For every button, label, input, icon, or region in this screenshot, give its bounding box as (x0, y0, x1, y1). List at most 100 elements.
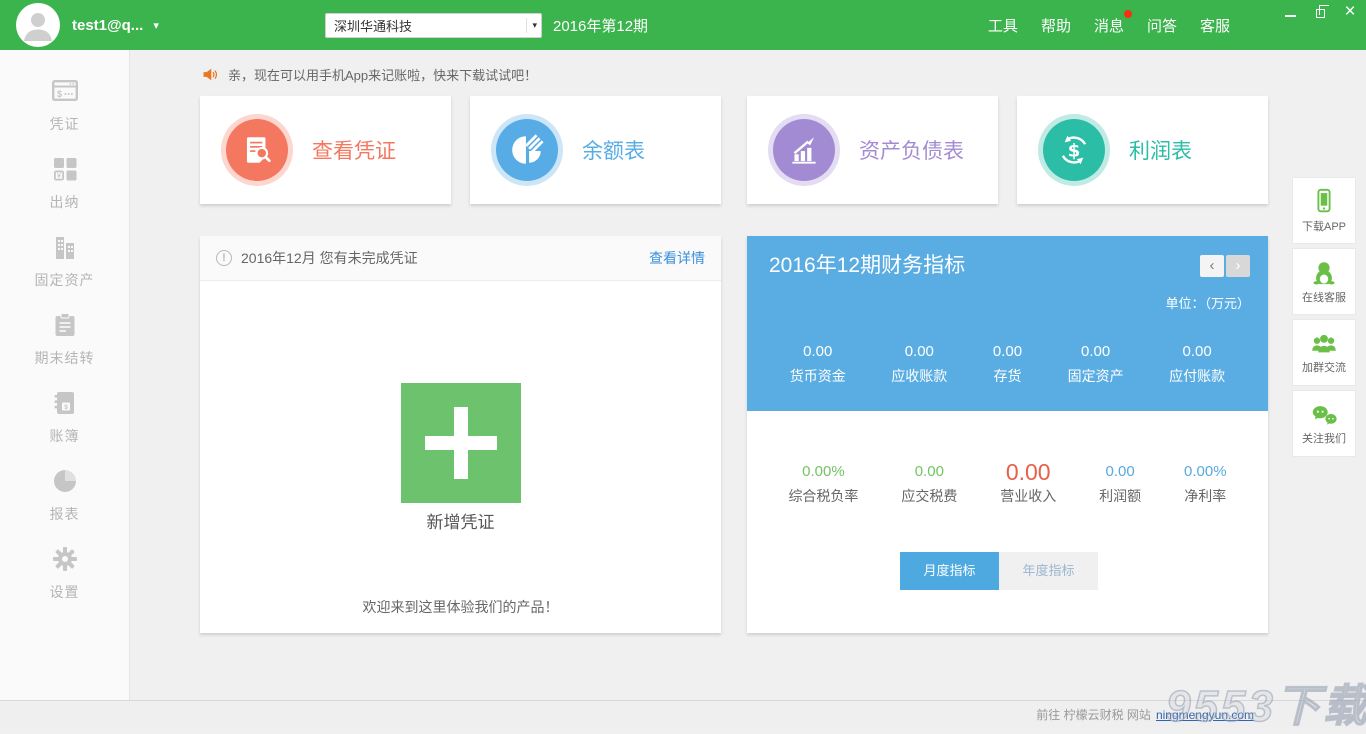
metric-tax-burden-rate: 0.00% 综合税负率 (788, 460, 858, 506)
sidebar-item-ledger[interactable]: $ 账簿 (0, 378, 129, 456)
restore-button[interactable] (1312, 4, 1328, 20)
metric-receivables: 0.00 应收账款 (891, 340, 947, 386)
add-voucher-label: 新增凭证 (200, 508, 721, 533)
reports-icon (50, 466, 80, 496)
metric-label: 货币资金 (790, 366, 846, 386)
restore-icon (1316, 9, 1325, 18)
svg-text:¥: ¥ (55, 171, 61, 180)
metric-cash: 0.00 货币资金 (790, 340, 846, 386)
fixed-assets-icon (50, 232, 80, 262)
ledger-icon: $ (50, 388, 80, 418)
menu-help[interactable]: 帮助 (1041, 15, 1071, 36)
metric-label: 净利率 (1184, 486, 1227, 506)
prev-period-button[interactable]: ‹ (1200, 255, 1224, 277)
metric-label: 应交税费 (901, 486, 957, 506)
company-selected-label: 深圳华通科技 (334, 16, 526, 35)
dock-follow-us[interactable]: 关注我们 (1292, 390, 1356, 457)
menu-support[interactable]: 客服 (1200, 15, 1230, 36)
voucher-panel: ! 2016年12月 您有未完成凭证 查看详情 新增凭证 欢迎来到这里体验我们的… (200, 236, 721, 633)
period-label: 2016年第12期 (553, 0, 648, 50)
settings-icon (50, 544, 80, 574)
balance-sheet-icon (496, 119, 558, 181)
card-label: 利润表 (1129, 135, 1192, 165)
sidebar-item-cashier[interactable]: ¥ 出纳 (0, 144, 129, 222)
sidebar-item-label: 固定资产 (35, 270, 95, 290)
minimize-button[interactable] (1282, 4, 1298, 20)
left-sidebar: $ 凭证 ¥ 出纳 (0, 50, 130, 700)
card-label: 查看凭证 (312, 135, 396, 165)
avatar[interactable] (16, 3, 60, 47)
sidebar-item-period-closing[interactable]: 期末结转 (0, 300, 129, 378)
metric-fixed-assets: 0.00 固定资产 (1068, 340, 1124, 386)
chevron-down-icon: ▾ (153, 19, 159, 32)
card-label: 资产负债表 (859, 135, 964, 165)
metric-value: 0.00% (1184, 460, 1227, 484)
footer: 前往 柠檬云财税 网站 ningmengyun.com (0, 700, 1366, 728)
notification-dot (1124, 10, 1132, 18)
view-voucher-icon (226, 119, 288, 181)
sidebar-item-label: 期末结转 (35, 348, 95, 368)
view-detail-link[interactable]: 查看详情 (649, 248, 705, 268)
dock-join-group[interactable]: 加群交流 (1292, 319, 1356, 386)
company-select[interactable]: 深圳华通科技 ▾ (325, 13, 542, 38)
wechat-follow-icon (1310, 402, 1338, 427)
card-label: 余额表 (582, 135, 645, 165)
username-label: test1@q... (72, 17, 143, 34)
metric-label: 利润额 (1099, 486, 1141, 506)
notice-bar: 亲，现在可以用手机App来记账啦，快来下载试试吧！ (202, 59, 537, 89)
svg-text:$: $ (64, 404, 68, 411)
info-icon: ! (216, 250, 232, 266)
close-button[interactable]: × (1342, 4, 1358, 20)
indicators-pager: ‹ › (1200, 255, 1250, 277)
footer-text: 前往 柠檬云财税 网站 (1036, 706, 1151, 723)
sidebar-item-label: 设置 (50, 582, 80, 602)
dock-item-label: 在线客服 (1302, 289, 1346, 305)
dock-item-label: 加群交流 (1302, 359, 1346, 375)
metric-value: 0.00 (993, 340, 1022, 364)
profit-metrics-row: 0.00% 综合税负率 0.00 应交税费 0.00 营业收入 0.00 利润额… (767, 460, 1248, 506)
menu-qa[interactable]: 问答 (1147, 15, 1177, 36)
metric-label: 营业收入 (1000, 486, 1056, 506)
card-view-voucher[interactable]: 查看凭证 (200, 96, 451, 204)
menu-messages[interactable]: 消息 (1094, 15, 1124, 36)
metric-label: 固定资产 (1068, 366, 1124, 386)
assets-liabilities-icon (773, 119, 835, 181)
menu-messages-label: 消息 (1094, 18, 1124, 35)
unit-label: 单位：（万元） (1165, 293, 1250, 312)
card-assets-liabilities[interactable]: 资产负债表 (747, 96, 998, 204)
metric-value: 0.00 (1068, 340, 1124, 364)
sidebar-item-voucher[interactable]: $ 凭证 (0, 66, 129, 144)
card-balance-sheet[interactable]: 余额表 (470, 96, 721, 204)
sidebar-item-reports[interactable]: 报表 (0, 456, 129, 534)
tab-monthly-indicators[interactable]: 月度指标 (900, 552, 999, 590)
period-closing-icon (50, 310, 80, 340)
menu-tools[interactable]: 工具 (988, 15, 1018, 36)
tab-yearly-indicators[interactable]: 年度指标 (999, 552, 1098, 590)
dock-online-service[interactable]: 在线客服 (1292, 248, 1356, 315)
metric-label: 存货 (993, 366, 1022, 386)
add-voucher-button[interactable] (401, 383, 521, 503)
cashier-icon: ¥ (50, 154, 80, 184)
sidebar-item-settings[interactable]: 设置 (0, 534, 129, 612)
svg-text:$: $ (1068, 140, 1081, 161)
svg-text:$: $ (57, 89, 62, 99)
balance-metrics-row: 0.00 货币资金 0.00 应收账款 0.00 存货 0.00 固定资产 0.… (767, 340, 1248, 386)
user-menu[interactable]: test1@q... ▾ (72, 0, 159, 50)
metric-value: 0.00 (1099, 460, 1141, 484)
dock-download-app[interactable]: 下载APP (1292, 177, 1356, 244)
profit-statement-icon: $ (1043, 119, 1105, 181)
topbar: test1@q... ▾ 深圳华通科技 ▾ 2016年第12期 工具 帮助 消息… (0, 0, 1366, 50)
metric-value: 0.00 (891, 340, 947, 364)
sidebar-item-fixed-assets[interactable]: 固定资产 (0, 222, 129, 300)
next-period-button[interactable]: › (1226, 255, 1250, 277)
unfinished-voucher-text: 2016年12月 您有未完成凭证 (241, 248, 418, 268)
footer-site-link[interactable]: ningmengyun.com (1156, 708, 1254, 722)
metric-label: 应收账款 (891, 366, 947, 386)
metric-tax-payable: 0.00 应交税费 (901, 460, 957, 506)
sidebar-item-label: 报表 (50, 504, 80, 524)
sidebar-item-label: 凭证 (50, 114, 80, 134)
speaker-icon (202, 66, 219, 83)
window-controls: × (1282, 4, 1358, 20)
indicators-title: 2016年12期财务指标 (769, 249, 965, 279)
card-profit-statement[interactable]: $ 利润表 (1017, 96, 1268, 204)
